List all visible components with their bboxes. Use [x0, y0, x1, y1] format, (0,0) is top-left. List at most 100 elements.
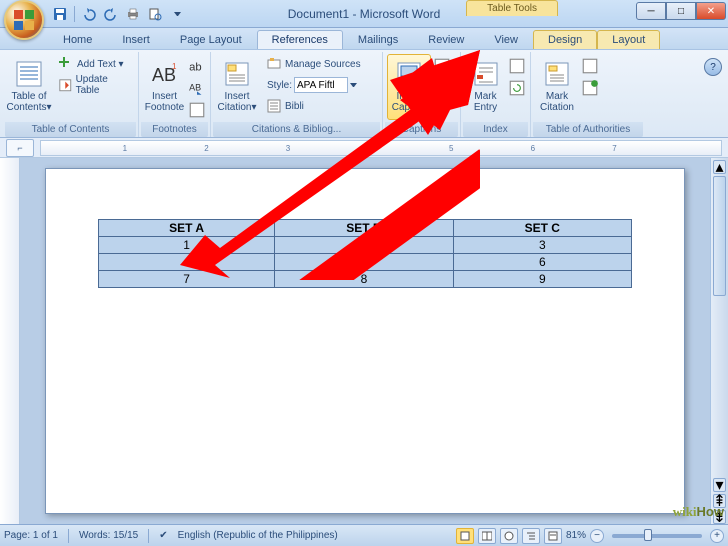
web-layout-view-icon[interactable] [500, 528, 518, 544]
table-cell[interactable]: 7 [99, 271, 275, 288]
tab-design[interactable]: Design [533, 30, 597, 49]
group-toc-label: Table of Contents [5, 122, 136, 137]
svg-text:1: 1 [172, 62, 177, 71]
tab-layout[interactable]: Layout [597, 30, 660, 49]
group-citations-label: Citations & Bibliog... [213, 122, 380, 137]
print-layout-view-icon[interactable] [456, 528, 474, 544]
help-button[interactable]: ? [704, 58, 722, 76]
tab-insert[interactable]: Insert [107, 30, 165, 49]
table-cell[interactable]: 3 [453, 237, 631, 254]
horizontal-ruler[interactable]: 1 2 3 4 5 6 7 [40, 140, 722, 156]
table-cell[interactable]: 8 [275, 271, 453, 288]
manage-sources-button[interactable]: Manage Sources [261, 54, 366, 74]
office-button[interactable] [4, 0, 44, 40]
style-input[interactable] [294, 77, 348, 93]
document-table[interactable]: SET A SET B SET C 123 456 789 [98, 219, 632, 288]
update-toa-icon[interactable] [581, 78, 599, 98]
table-cell[interactable]: 6 [453, 254, 631, 271]
print-icon[interactable] [123, 5, 143, 23]
update-tof-icon[interactable] [433, 78, 451, 98]
contextual-tab-label: Table Tools [466, 0, 558, 16]
outline-view-icon[interactable] [522, 528, 540, 544]
mark-citation-button[interactable]: Mark Citation [535, 54, 579, 120]
cross-reference-icon[interactable] [433, 100, 451, 120]
close-button[interactable]: ✕ [696, 2, 726, 20]
insert-toa-icon[interactable] [581, 56, 599, 76]
table-cell[interactable]: 5 [275, 254, 453, 271]
insert-endnote-icon[interactable]: ab [188, 56, 206, 76]
mark-entry-icon [471, 59, 501, 89]
table-cell[interactable]: 4 [99, 254, 275, 271]
mark-citation-icon [542, 59, 572, 89]
draft-view-icon[interactable] [544, 528, 562, 544]
scroll-down-icon[interactable]: ▾ [713, 478, 726, 492]
mark-entry-button[interactable]: Mark Entry [465, 54, 506, 120]
minimize-button[interactable]: ─ [636, 2, 666, 20]
manage-sources-icon [266, 56, 282, 72]
table-header[interactable]: SET B [275, 220, 453, 237]
qat-customize-icon[interactable] [167, 5, 187, 23]
toc-label: Table of Contents▾ [6, 91, 51, 113]
vertical-scrollbar[interactable]: ▴ ▾ ⇞ ⇟ [710, 158, 728, 524]
status-words[interactable]: Words: 15/15 [79, 530, 138, 541]
zoom-level[interactable]: 81% [566, 530, 586, 541]
group-footnotes-label: Footnotes [141, 122, 208, 137]
tab-references[interactable]: References [257, 30, 343, 49]
window-title: Document1 - Microsoft Word [288, 7, 441, 21]
table-cell[interactable]: 1 [99, 237, 275, 254]
table-cell[interactable]: 9 [453, 271, 631, 288]
add-text-icon [58, 56, 74, 72]
document-page[interactable]: SET A SET B SET C 123 456 789 [45, 168, 685, 514]
tab-mailings[interactable]: Mailings [343, 30, 413, 49]
redo-icon[interactable] [101, 5, 121, 23]
scroll-thumb[interactable] [713, 176, 726, 296]
tab-review[interactable]: Review [413, 30, 479, 49]
print-preview-icon[interactable] [145, 5, 165, 23]
qat-separator [74, 6, 75, 22]
zoom-out-button[interactable]: − [590, 529, 604, 543]
watermark: wikiHow [673, 504, 724, 520]
citation-icon [222, 59, 252, 89]
citation-style-selector[interactable]: Style: [261, 75, 366, 95]
proofing-icon[interactable]: ✔ [159, 530, 167, 541]
next-footnote-icon[interactable]: AB [188, 78, 206, 98]
zoom-slider[interactable] [612, 534, 702, 538]
table-header[interactable]: SET C [453, 220, 631, 237]
toc-icon [14, 59, 44, 89]
scroll-up-icon[interactable]: ▴ [713, 160, 726, 174]
table-of-contents-button[interactable]: Table of Contents▾ [7, 54, 51, 120]
update-index-icon[interactable] [508, 78, 526, 98]
svg-text:ab: ab [189, 62, 202, 74]
insert-index-icon[interactable] [508, 56, 526, 76]
update-icon [58, 77, 73, 93]
insert-tof-icon[interactable] [433, 56, 451, 76]
update-table-button[interactable]: Update Table [53, 75, 134, 95]
insert-caption-button[interactable]: Insert Caption [387, 54, 431, 120]
bibliography-icon [266, 98, 282, 114]
group-toa-label: Table of Authorities [533, 122, 643, 137]
undo-icon[interactable] [79, 5, 99, 23]
tab-home[interactable]: Home [48, 30, 107, 49]
save-icon[interactable] [50, 5, 70, 23]
maximize-button[interactable]: □ [666, 2, 696, 20]
vertical-ruler[interactable] [0, 158, 20, 524]
insert-footnote-button[interactable]: AB1 Insert Footnote [143, 54, 186, 120]
svg-text:AB: AB [189, 82, 201, 92]
group-index-label: Index [463, 122, 528, 137]
add-text-button[interactable]: Add Text ▾ [53, 54, 134, 74]
table-header[interactable]: SET A [99, 220, 275, 237]
tab-page-layout[interactable]: Page Layout [165, 30, 257, 49]
table-cell[interactable]: 2 [275, 237, 453, 254]
bibliography-button[interactable]: Bibli [261, 96, 366, 116]
status-language[interactable]: English (Republic of the Philippines) [178, 530, 338, 541]
zoom-in-button[interactable]: + [710, 529, 724, 543]
footnote-icon: AB1 [150, 59, 180, 89]
tab-selector[interactable]: ⌐ [6, 139, 34, 157]
full-screen-view-icon[interactable] [478, 528, 496, 544]
status-page[interactable]: Page: 1 of 1 [4, 530, 58, 541]
group-captions-label: Captions [385, 122, 458, 137]
insert-citation-button[interactable]: Insert Citation▾ [215, 54, 259, 120]
tab-view[interactable]: View [479, 30, 533, 49]
show-notes-icon[interactable] [188, 100, 206, 120]
caption-icon [394, 59, 424, 89]
